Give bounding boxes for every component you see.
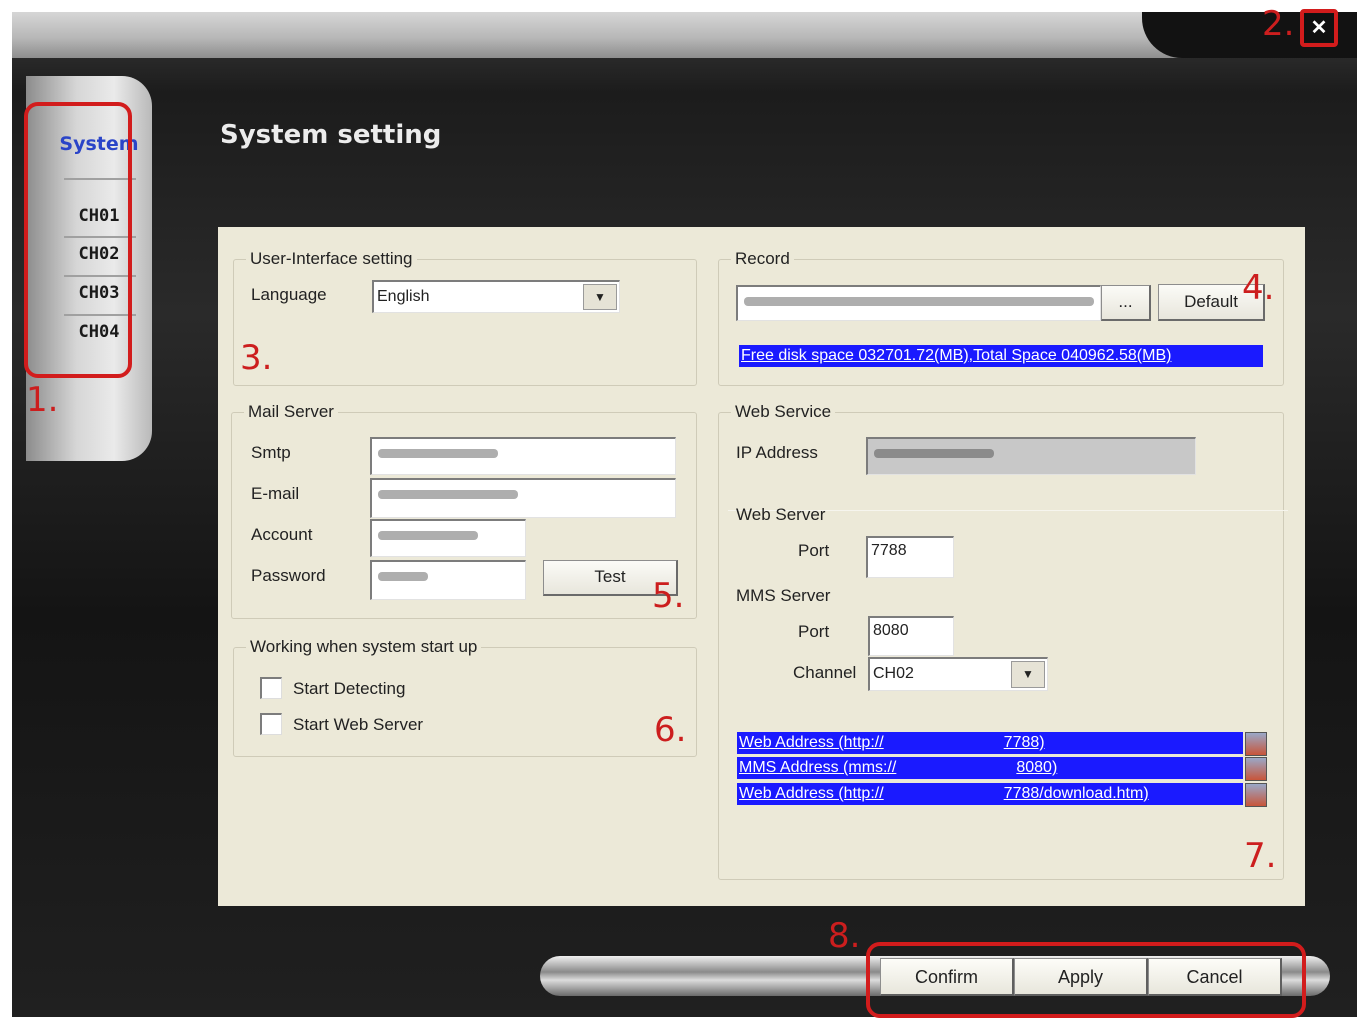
page-title: System setting: [220, 120, 442, 150]
mms-server-label: MMS Server: [736, 586, 831, 605]
address-suffix: 7788/download.htm): [1003, 785, 1149, 802]
language-select[interactable]: English ▼: [372, 280, 620, 313]
copy-icon[interactable]: [1245, 783, 1267, 807]
account-field[interactable]: [370, 519, 526, 557]
account-label: Account: [251, 525, 313, 544]
web-port-field[interactable]: 7788: [866, 536, 954, 578]
channel-select[interactable]: CH02 ▼: [868, 657, 1048, 691]
chevron-down-icon[interactable]: ▼: [583, 284, 617, 310]
web-address-link[interactable]: Web Address (http:// 7788): [737, 732, 1243, 754]
annotation-number: 8.: [828, 916, 861, 956]
channel-label: Channel: [793, 663, 857, 682]
redacted-text: [378, 490, 518, 499]
redacted-text: [378, 572, 428, 581]
mms-address-link[interactable]: MMS Address (mms:// 8080): [737, 757, 1243, 779]
start-web-server-label: Start Web Server: [293, 715, 424, 734]
disk-space-info: Free disk space 032701.72(MB),Total Spac…: [739, 345, 1263, 367]
record-path-field[interactable]: [736, 285, 1101, 321]
annotation-number: 2.: [1262, 4, 1295, 44]
mms-port-label: Port: [798, 622, 830, 641]
annotation-number: 6.: [654, 710, 687, 750]
address-prefix: Web Address (http://: [739, 734, 884, 751]
copy-icon[interactable]: [1245, 732, 1267, 756]
annotation-number: 5.: [652, 576, 685, 616]
ip-address-field[interactable]: [866, 437, 1196, 475]
ui-setting-group: User-Interface setting: [233, 249, 697, 386]
redacted-text: [378, 449, 498, 458]
download-address-link[interactable]: Web Address (http:// 7788/download.htm): [737, 783, 1243, 805]
annotation-box-sidebar: [24, 102, 132, 378]
ui-setting-legend: User-Interface setting: [250, 249, 413, 268]
mms-port-field[interactable]: 8080: [868, 616, 954, 656]
password-label: Password: [251, 566, 326, 585]
smtp-label: Smtp: [251, 443, 291, 462]
redacted-path: [744, 297, 1094, 306]
web-service-legend: Web Service: [735, 402, 832, 421]
start-detecting-label: Start Detecting: [293, 679, 406, 698]
web-server-label: Web Server: [736, 505, 826, 524]
address-suffix: 7788): [1003, 734, 1045, 751]
annotation-number: 4.: [1242, 268, 1275, 308]
mail-server-legend: Mail Server: [248, 402, 334, 421]
address-prefix: Web Address (http://: [739, 785, 884, 802]
redacted-text: [874, 449, 994, 458]
language-label: Language: [251, 285, 327, 304]
address-suffix: 8080): [1016, 759, 1058, 776]
settings-panel: User-Interface setting Language English …: [218, 227, 1305, 906]
redacted-text: [378, 531, 478, 540]
start-detecting-checkbox[interactable]: [260, 677, 282, 699]
annotation-number: 3.: [240, 338, 273, 378]
copy-icon[interactable]: [1245, 757, 1267, 781]
language-value: English: [377, 288, 430, 305]
annotation-number: 7.: [1244, 836, 1277, 876]
web-port-label: Port: [798, 541, 830, 560]
annotation-box-close: [1300, 9, 1338, 47]
password-field[interactable]: [370, 560, 526, 600]
annotation-number: 1.: [26, 380, 59, 420]
browse-button[interactable]: ...: [1101, 285, 1151, 321]
annotation-box-footer: [866, 942, 1306, 1018]
address-prefix: MMS Address (mms://: [739, 759, 897, 776]
smtp-field[interactable]: [370, 437, 676, 475]
start-web-server-checkbox[interactable]: [260, 713, 282, 735]
chevron-down-icon[interactable]: ▼: [1011, 661, 1045, 688]
email-field[interactable]: [370, 478, 676, 518]
email-label: E-mail: [251, 484, 300, 503]
startup-legend: Working when system start up: [250, 637, 478, 656]
channel-value: CH02: [873, 665, 914, 682]
record-legend: Record: [735, 249, 790, 268]
ip-address-label: IP Address: [736, 443, 818, 462]
